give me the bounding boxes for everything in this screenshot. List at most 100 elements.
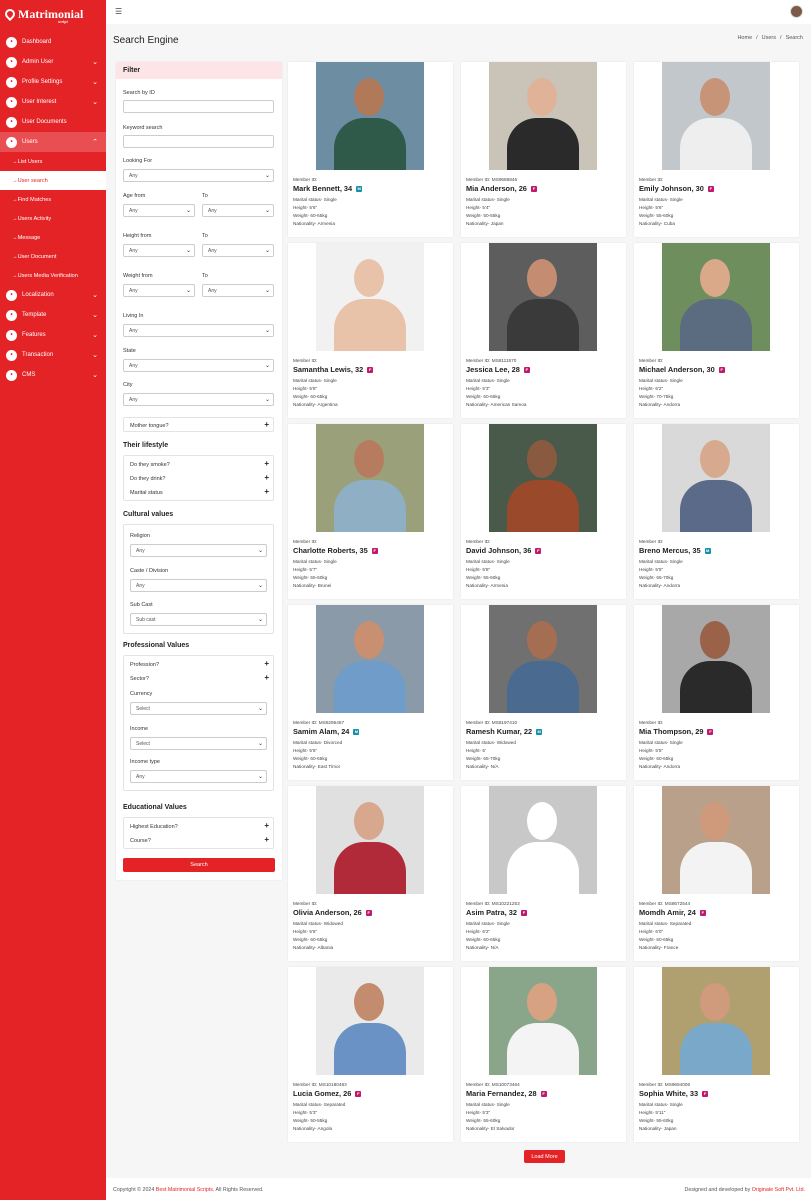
age-to-select[interactable]: Any ⌄	[202, 204, 274, 217]
profile-card[interactable]: Member ID: Emily Johnson, 30 F Marital stat…	[634, 62, 799, 237]
profile-name[interactable]: Emily Johnson, 30 F	[639, 184, 714, 193]
weight-from-select[interactable]: Any ⌄	[123, 284, 195, 297]
sidebar-item-user-search[interactable]: → User search	[0, 171, 106, 190]
profile-photo[interactable]	[316, 424, 424, 532]
height-to-select[interactable]: Any ⌄	[202, 244, 274, 257]
sidebar-item-cms[interactable]: • CMS ⌄	[0, 365, 106, 385]
sidebar-item-template[interactable]: • Template ⌄	[0, 305, 106, 325]
sidebar-item-users-activity[interactable]: → Users Activity	[0, 209, 106, 228]
profile-card[interactable]: Member ID: MS10180483 Lucia Gomez, 26 F Mar…	[288, 967, 453, 1142]
profile-name[interactable]: Ramesh Kumar, 22 M	[466, 727, 543, 736]
profile-name[interactable]: Maria Fernandez, 28 F	[466, 1089, 547, 1098]
drink-toggle[interactable]: Do they drink?	[130, 476, 165, 482]
caste-select[interactable]: Any ⌄	[130, 579, 267, 592]
footer-brand-link[interactable]: Best Matrimonial Scripts	[156, 1187, 213, 1193]
profile-card[interactable]: Member ID: MS8197410 Ramesh Kumar, 22 M Mar…	[461, 605, 626, 780]
profession-toggle[interactable]: Profession?	[130, 662, 159, 668]
height-from-select[interactable]: Any ⌄	[123, 244, 195, 257]
profile-name[interactable]: Asim Patra, 32 F	[466, 908, 527, 917]
profile-name[interactable]: Olivia Anderson, 26 F	[293, 908, 372, 917]
profile-card[interactable]: Member ID: Mark Bennett, 34 M Marital statu…	[288, 62, 453, 237]
profile-name[interactable]: Samim Alam, 24 M	[293, 727, 360, 736]
profile-photo[interactable]	[316, 786, 424, 894]
sidebar-item-transaction[interactable]: • Transaction ⌄	[0, 345, 106, 365]
profile-photo[interactable]	[489, 424, 597, 532]
profile-name[interactable]: Charlotte Roberts, 35 F	[293, 546, 378, 555]
sidebar-item-message[interactable]: → Message	[0, 228, 106, 247]
looking-for-select[interactable]: Any ⌄	[123, 169, 274, 182]
sidebar-item-users[interactable]: • Users ⌃	[0, 132, 106, 152]
profile-card[interactable]: Member ID: MS9686846 Mia Anderson, 26 F Mar…	[461, 62, 626, 237]
income-select[interactable]: Select ⌄	[130, 737, 267, 750]
search-by-id-input[interactable]	[123, 100, 274, 113]
course-toggle[interactable]: Course?	[130, 838, 151, 844]
profile-photo[interactable]	[662, 424, 770, 532]
profile-photo[interactable]	[489, 967, 597, 1075]
search-button[interactable]: Search	[123, 858, 275, 872]
profile-photo[interactable]	[489, 786, 597, 894]
profile-name[interactable]: Jessica Lee, 28 F	[466, 365, 530, 374]
breadcrumb-home[interactable]: Home	[737, 35, 752, 41]
footer-company-link[interactable]: Originate Soft Pvt. Ltd.	[752, 1187, 805, 1193]
marital-toggle[interactable]: Marital status	[130, 490, 163, 496]
profile-photo[interactable]	[662, 243, 770, 351]
living-in-select[interactable]: Any ⌄	[123, 324, 274, 337]
profile-name[interactable]: Mia Thompson, 29 F	[639, 727, 714, 736]
age-from-select[interactable]: Any ⌄	[123, 204, 195, 217]
plus-icon[interactable]: +	[264, 673, 269, 682]
profile-photo[interactable]	[489, 243, 597, 351]
keyword-input[interactable]	[123, 135, 274, 148]
sidebar-item-profile-settings[interactable]: • Profile Settings ⌄	[0, 72, 106, 92]
profile-name[interactable]: Mark Bennett, 34 M	[293, 184, 363, 193]
sidebar-item-admin-user[interactable]: • Admin User ⌄	[0, 52, 106, 72]
breadcrumb-users[interactable]: Users	[762, 35, 776, 41]
profile-card[interactable]: Member ID: MS8672544 Momdh Amir, 24 F Marit…	[634, 786, 799, 961]
profile-card[interactable]: Member ID: Breno Mercus, 35 M Marital statu…	[634, 424, 799, 599]
profile-photo[interactable]	[489, 605, 597, 713]
profile-name[interactable]: Breno Mercus, 35 M	[639, 546, 711, 555]
sector-toggle[interactable]: Sector?	[130, 676, 149, 682]
plus-icon[interactable]: +	[264, 821, 269, 830]
profile-photo[interactable]	[316, 62, 424, 170]
profile-photo[interactable]	[662, 786, 770, 894]
profile-name[interactable]: Mia Anderson, 26 F	[466, 184, 537, 193]
profile-card[interactable]: Member ID: Samantha Lewis, 32 F Marital sta…	[288, 243, 453, 418]
profile-name[interactable]: Sophia White, 33 F	[639, 1089, 709, 1098]
sidebar-item-dashboard[interactable]: • Dashboard	[0, 32, 106, 52]
profile-photo[interactable]	[316, 605, 424, 713]
sidebar-item-features[interactable]: • Features ⌄	[0, 325, 106, 345]
plus-icon[interactable]: +	[264, 459, 269, 468]
plus-icon[interactable]: +	[264, 487, 269, 496]
weight-to-select[interactable]: Any ⌄	[202, 284, 274, 297]
profile-card[interactable]: Member ID: Mia Thompson, 29 F Marital statu…	[634, 605, 799, 780]
plus-icon[interactable]: +	[264, 473, 269, 482]
mother-tongue-toggle[interactable]: Mother tongue? +	[123, 417, 274, 432]
plus-icon[interactable]: +	[264, 659, 269, 668]
subcast-select[interactable]: Sub cast ⌄	[130, 613, 267, 626]
sidebar-item-user-interest[interactable]: • User Interest ⌄	[0, 92, 106, 112]
profile-card[interactable]: Member ID: Olivia Anderson, 26 F Marital st…	[288, 786, 453, 961]
highest-education-toggle[interactable]: Highest Education?	[130, 824, 178, 830]
profile-card[interactable]: Member ID: David Johnson, 36 F Marital stat…	[461, 424, 626, 599]
profile-photo[interactable]	[662, 605, 770, 713]
sidebar-item-users-media-verification[interactable]: → Users Media Verification	[0, 266, 106, 285]
sidebar-item-find-matches[interactable]: → Find Matches	[0, 190, 106, 209]
profile-name[interactable]: Lucia Gomez, 26 F	[293, 1089, 362, 1098]
profile-photo[interactable]	[662, 967, 770, 1075]
city-select[interactable]: Any ⌄	[123, 393, 274, 406]
profile-name[interactable]: David Johnson, 36 F	[466, 546, 542, 555]
profile-card[interactable]: Member ID: MS8111570 Jessica Lee, 28 F Mari…	[461, 243, 626, 418]
profile-card[interactable]: Member ID: Michael Anderson, 30 F Marital s…	[634, 243, 799, 418]
smoke-toggle[interactable]: Do they smoke?	[130, 462, 170, 468]
state-select[interactable]: Any ⌄	[123, 359, 274, 372]
profile-card[interactable]: Member ID: MS9694006 Sophia White, 33 F Mar…	[634, 967, 799, 1142]
profile-name[interactable]: Michael Anderson, 30 F	[639, 365, 725, 374]
profile-photo[interactable]	[316, 967, 424, 1075]
religion-select[interactable]: Any ⌄	[130, 544, 267, 557]
profile-card[interactable]: Member ID: MS10221253 Asim Patra, 32 F Mari…	[461, 786, 626, 961]
profile-photo[interactable]	[489, 62, 597, 170]
currency-select[interactable]: Select ⌄	[130, 702, 267, 715]
sidebar-item-user-document[interactable]: → User Document	[0, 247, 106, 266]
sidebar-item-localization[interactable]: • Localization ⌄	[0, 285, 106, 305]
profile-name[interactable]: Samantha Lewis, 32 F	[293, 365, 374, 374]
